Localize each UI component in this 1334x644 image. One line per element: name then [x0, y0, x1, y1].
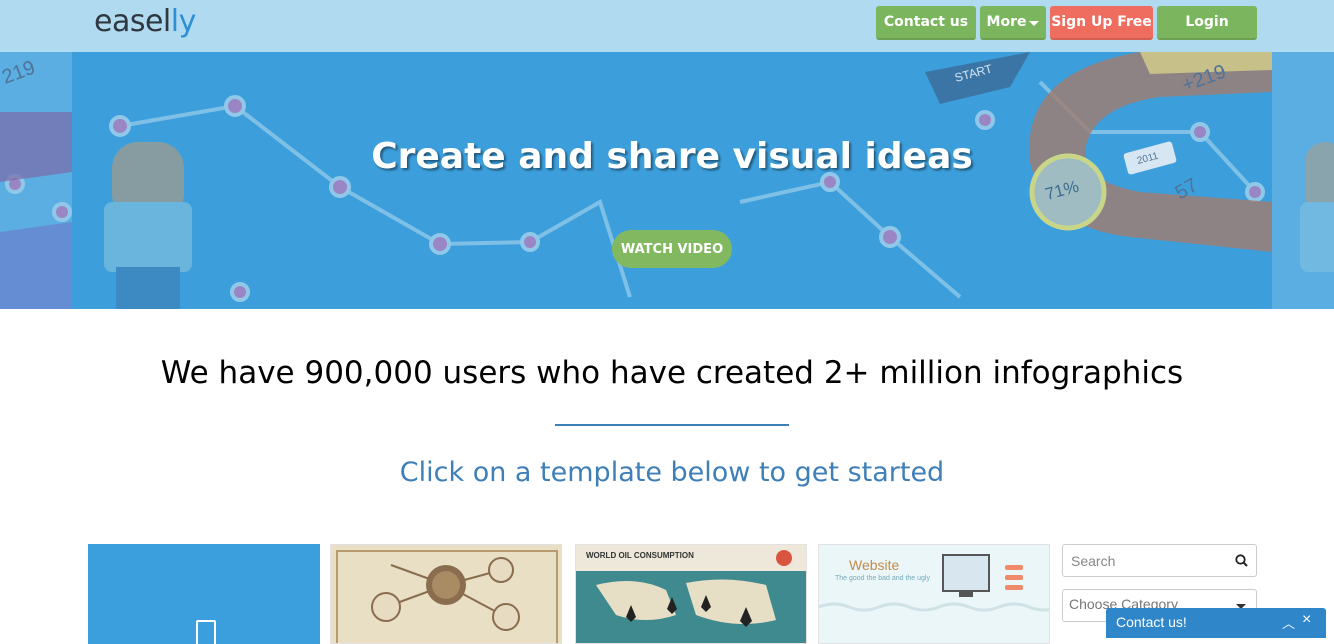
easelly-logo[interactable]: easelly: [94, 4, 196, 39]
login-button[interactable]: Login: [1157, 6, 1257, 40]
caret-down-icon: [1029, 20, 1040, 26]
blank-template-tile[interactable]: [88, 544, 320, 644]
login-label: Login: [1185, 14, 1229, 30]
chat-label: Contact us!: [1116, 614, 1187, 630]
chevron-up-icon[interactable]: ︿: [1282, 613, 1295, 632]
hero-background-illustration: START +219 2011 71% 57 219: [0, 52, 1334, 309]
hero-title: Create and share visual ideas: [371, 136, 973, 177]
users-headline: We have 900,000 users who have created 2…: [160, 355, 1184, 391]
watch-video-label: WATCH VIDEO: [620, 241, 724, 257]
section-divider: [555, 424, 789, 426]
contact-us-label: Contact us: [883, 14, 969, 30]
world-oil-thumbnail: [576, 550, 806, 643]
more-dropdown-button[interactable]: More: [980, 6, 1046, 40]
top-navbar: easelly Contact us More Sign Up Free Log…: [0, 0, 1334, 52]
more-label: More: [986, 14, 1027, 30]
website-template-thumbnail: [819, 554, 1049, 612]
deco-left-219-text: 219: [0, 57, 38, 89]
contact-us-button[interactable]: Contact us: [876, 6, 976, 40]
watch-video-button[interactable]: WATCH VIDEO: [612, 230, 732, 268]
template-instructions: Click on a template below to get started: [399, 457, 945, 488]
sign-up-button[interactable]: Sign Up Free: [1050, 6, 1153, 40]
hero-banner: START +219 2011 71% 57 219 Create and sh…: [0, 52, 1334, 309]
close-icon[interactable]: ×: [1302, 611, 1311, 629]
template-tile-world-oil[interactable]: WORLD OIL CONSUMPTION: [575, 544, 807, 644]
search-icon[interactable]: [1235, 554, 1248, 567]
template-tile-breakfast[interactable]: [330, 544, 562, 644]
search-input[interactable]: [1071, 551, 1221, 571]
sign-up-label: Sign Up Free: [1051, 14, 1152, 30]
logo-accent-text: ly: [170, 4, 197, 39]
tablet-icon: [196, 620, 216, 644]
template-search-box: [1062, 544, 1257, 577]
logo-main-text: easel: [94, 4, 171, 39]
breakfast-template-thumbnail: [336, 550, 558, 643]
template-tile-website[interactable]: Website The good the bad and the ugly: [818, 544, 1050, 644]
